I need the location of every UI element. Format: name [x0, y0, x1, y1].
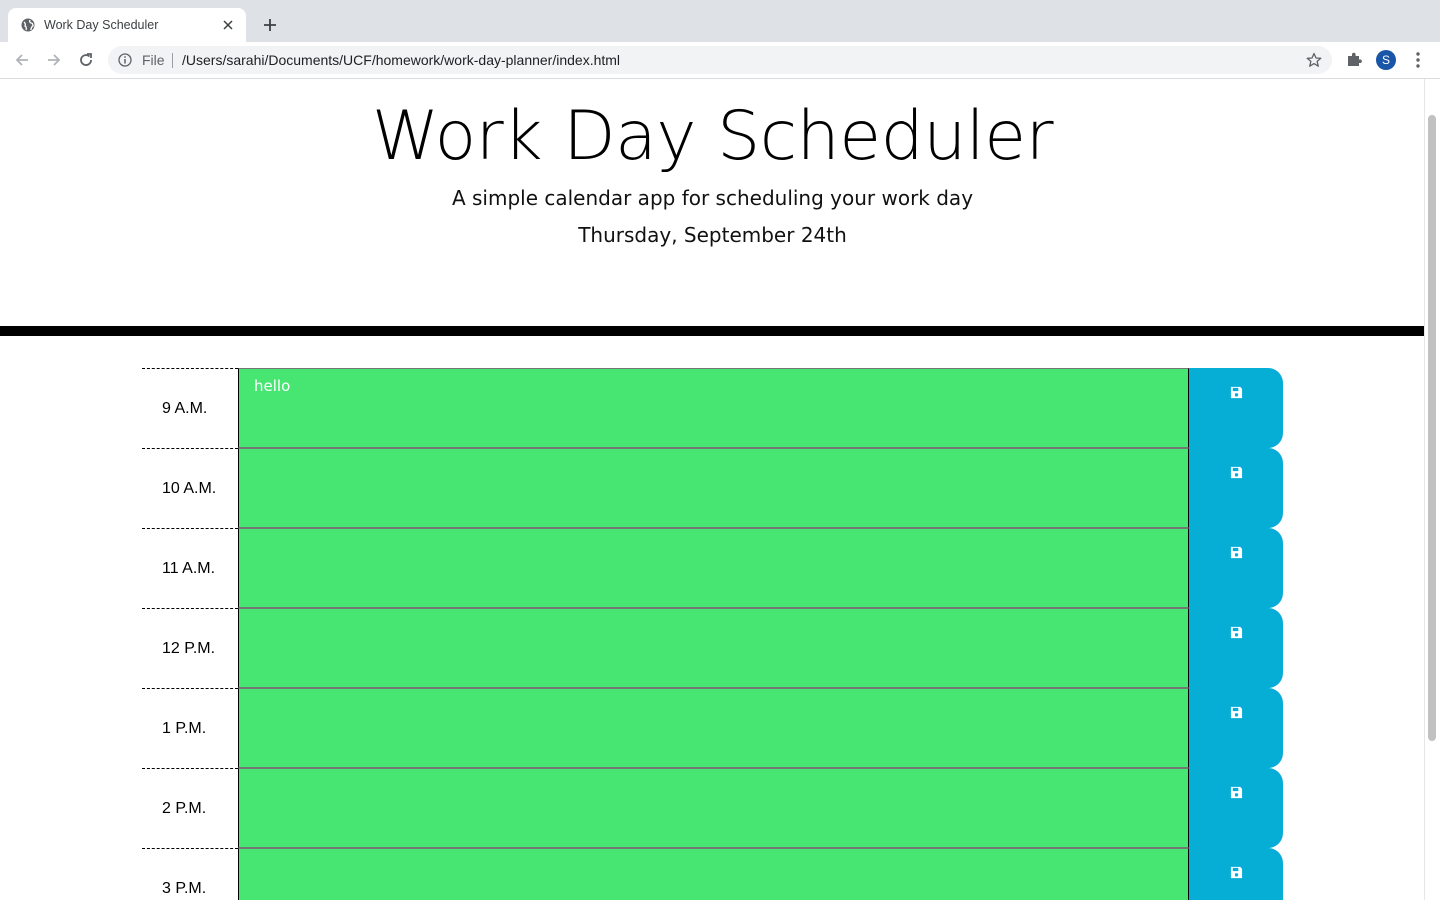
save-button[interactable] [1189, 848, 1283, 900]
hour-label: 12 P.M. [142, 608, 238, 688]
url-text[interactable]: /Users/sarahi/Documents/UCF/homework/wor… [182, 52, 620, 68]
event-description-input[interactable] [238, 608, 1189, 688]
hour-label: 3 P.M. [142, 848, 238, 900]
jumbotron-header: Work Day Scheduler A simple calendar app… [0, 79, 1425, 326]
save-button[interactable] [1189, 448, 1283, 528]
browser-tab[interactable]: Work Day Scheduler [8, 8, 246, 42]
new-tab-icon[interactable] [259, 14, 281, 36]
event-description-input[interactable] [238, 528, 1189, 608]
current-day: Thursday, September 24th [578, 223, 847, 247]
floppy-disk-icon [1230, 786, 1242, 798]
scrollbar-thumb[interactable] [1428, 115, 1436, 741]
info-icon[interactable] [118, 53, 132, 67]
extensions-puzzle-icon[interactable] [1345, 51, 1363, 69]
time-block-row: 1 P.M. [142, 688, 1283, 768]
save-button[interactable] [1189, 768, 1283, 848]
event-description-input[interactable] [238, 688, 1189, 768]
floppy-disk-icon [1230, 546, 1242, 558]
kebab-menu-icon[interactable] [1410, 50, 1426, 70]
globe-icon [21, 18, 35, 32]
floppy-disk-icon [1230, 626, 1242, 638]
floppy-disk-icon [1230, 466, 1242, 478]
time-block-row: 11 A.M. [142, 528, 1283, 608]
hour-label: 11 A.M. [142, 528, 238, 608]
scheme-label: File [142, 52, 165, 68]
floppy-disk-icon [1230, 706, 1242, 718]
event-description-input[interactable] [238, 768, 1189, 848]
scheme-separator [172, 53, 173, 68]
hour-label: 1 P.M. [142, 688, 238, 768]
time-block-row: 12 P.M. [142, 608, 1283, 688]
address-bar[interactable]: File /Users/sarahi/Documents/UCF/homewor… [108, 46, 1332, 74]
floppy-disk-icon [1230, 386, 1242, 398]
time-block-row: 3 P.M. [142, 848, 1283, 900]
profile-avatar[interactable]: S [1376, 50, 1396, 70]
header-divider [0, 326, 1425, 336]
time-block-row: 10 A.M. [142, 448, 1283, 528]
reload-icon[interactable] [76, 50, 96, 70]
time-block-row: 2 P.M. [142, 768, 1283, 848]
floppy-disk-icon [1230, 866, 1242, 878]
save-button[interactable] [1189, 528, 1283, 608]
browser-tabstrip: Work Day Scheduler [0, 0, 1440, 42]
hour-label: 10 A.M. [142, 448, 238, 528]
hour-label: 2 P.M. [142, 768, 238, 848]
save-button[interactable] [1189, 608, 1283, 688]
page-viewport: Work Day Scheduler A simple calendar app… [0, 79, 1440, 900]
event-description-input[interactable] [238, 848, 1189, 900]
hour-label: 9 A.M. [142, 368, 238, 448]
forward-icon[interactable] [44, 50, 64, 70]
page-title: Work Day Scheduler [371, 97, 1054, 176]
event-description-input[interactable]: hello [238, 368, 1189, 448]
close-tab-icon[interactable] [220, 17, 236, 33]
browser-toolbar: File /Users/sarahi/Documents/UCF/homewor… [0, 42, 1440, 79]
save-button[interactable] [1189, 688, 1283, 768]
page-lead: A simple calendar app for scheduling you… [451, 186, 974, 210]
event-description-input[interactable] [238, 448, 1189, 528]
page-scrollbar[interactable] [1424, 79, 1440, 900]
save-button[interactable] [1189, 368, 1283, 448]
back-icon[interactable] [12, 50, 32, 70]
bookmark-star-icon[interactable] [1306, 52, 1322, 68]
tab-title: Work Day Scheduler [44, 18, 159, 32]
time-block-row: 9 A.M. hello [142, 368, 1283, 448]
